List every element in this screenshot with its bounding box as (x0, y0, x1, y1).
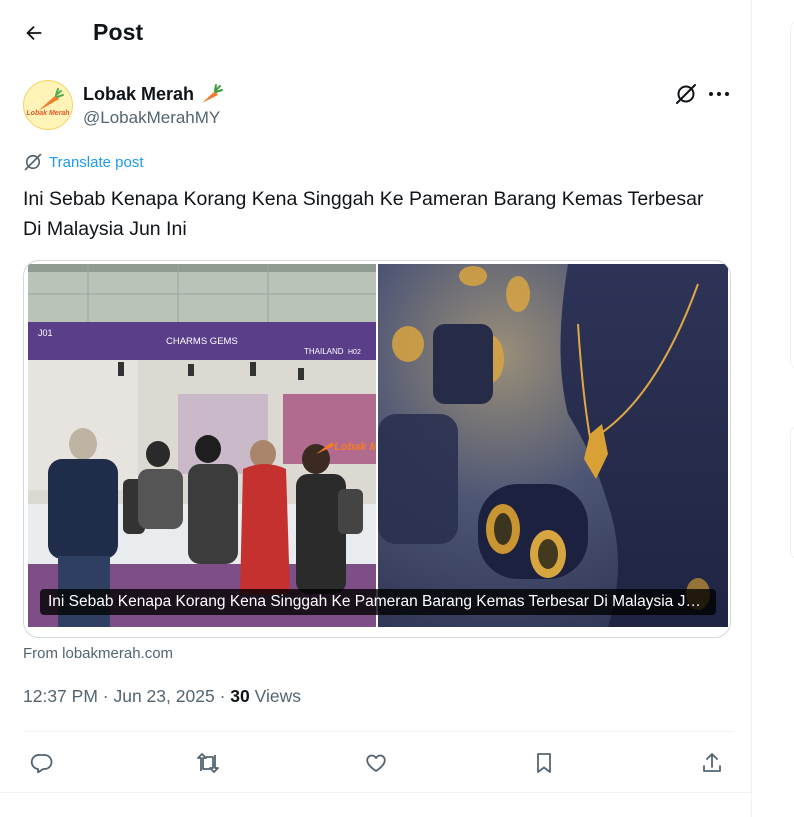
author-name-text: Lobak Merah (83, 83, 195, 104)
watermark-text: Lobak Merah (334, 441, 376, 453)
more-options-button[interactable] (706, 82, 732, 106)
meta-separator: · (102, 686, 109, 706)
bookmark-icon (537, 753, 551, 773)
views-count: 30 (230, 686, 250, 706)
page-title: Post (93, 19, 144, 45)
exhibition-booth-image: J01 CHARMS GEMS THAILAND H02 Lobak (28, 264, 376, 627)
avatar-text: Lobak Merah (26, 110, 70, 117)
main-column: Post Lobak Merah Lobak Merah @LobakMerah… (0, 0, 752, 817)
carrot-icon (202, 84, 224, 103)
translate-icon (24, 153, 42, 171)
post-meta: 12:37 PM · Jun 23, 2025 · 30 Views (23, 686, 301, 707)
sidebar-card (790, 20, 794, 370)
divider (0, 792, 752, 793)
grok-icon (676, 84, 696, 104)
translate-label: Translate post (49, 153, 144, 171)
post-header: Post (0, 0, 752, 66)
grok-button[interactable] (674, 82, 698, 106)
booth-name: CHARMS GEMS (166, 336, 238, 347)
carrot-logo-icon (38, 88, 64, 111)
booth-country: THAILAND (304, 347, 344, 356)
meta-separator: · (219, 686, 226, 706)
card-source-link[interactable]: From lobakmerah.com (23, 645, 173, 662)
back-button[interactable] (16, 15, 52, 51)
jewelry-display-image (378, 264, 728, 627)
author-name[interactable]: Lobak Merah (83, 83, 224, 105)
avatar[interactable]: Lobak Merah (23, 80, 73, 130)
card-image-right (378, 264, 728, 627)
heart-icon (366, 754, 386, 772)
more-icon (709, 92, 729, 96)
post-time[interactable]: 12:37 PM (23, 686, 98, 706)
translate-post-link[interactable]: Translate post (23, 152, 144, 172)
repost-button[interactable] (190, 746, 226, 780)
share-icon (703, 753, 721, 772)
post-date[interactable]: Jun 23, 2025 (113, 686, 214, 706)
post-text: Ini Sebab Kenapa Korang Kena Singgah Ke … (23, 188, 704, 240)
bookmark-button[interactable] (526, 746, 562, 780)
arrow-left-icon (26, 25, 42, 41)
share-button[interactable] (694, 746, 730, 780)
author-handle[interactable]: @LobakMerahMY (83, 108, 220, 128)
booth-label-right: H02 (348, 349, 361, 356)
like-button[interactable] (358, 746, 394, 780)
link-card[interactable]: J01 CHARMS GEMS THAILAND H02 Lobak Ini S… (23, 260, 731, 638)
booth-label-left: J01 (38, 328, 53, 338)
sidebar-card (790, 425, 794, 560)
divider (23, 731, 733, 732)
card-caption: Ini Sebab Kenapa Korang Kena Singgah Ke … (40, 589, 716, 615)
right-sidebar (752, 0, 794, 817)
views-label: Views (254, 686, 301, 706)
reply-button[interactable] (24, 746, 60, 780)
repost-icon (197, 753, 219, 773)
reply-icon (30, 754, 53, 774)
card-image-left: J01 CHARMS GEMS THAILAND H02 Lobak (28, 264, 376, 627)
